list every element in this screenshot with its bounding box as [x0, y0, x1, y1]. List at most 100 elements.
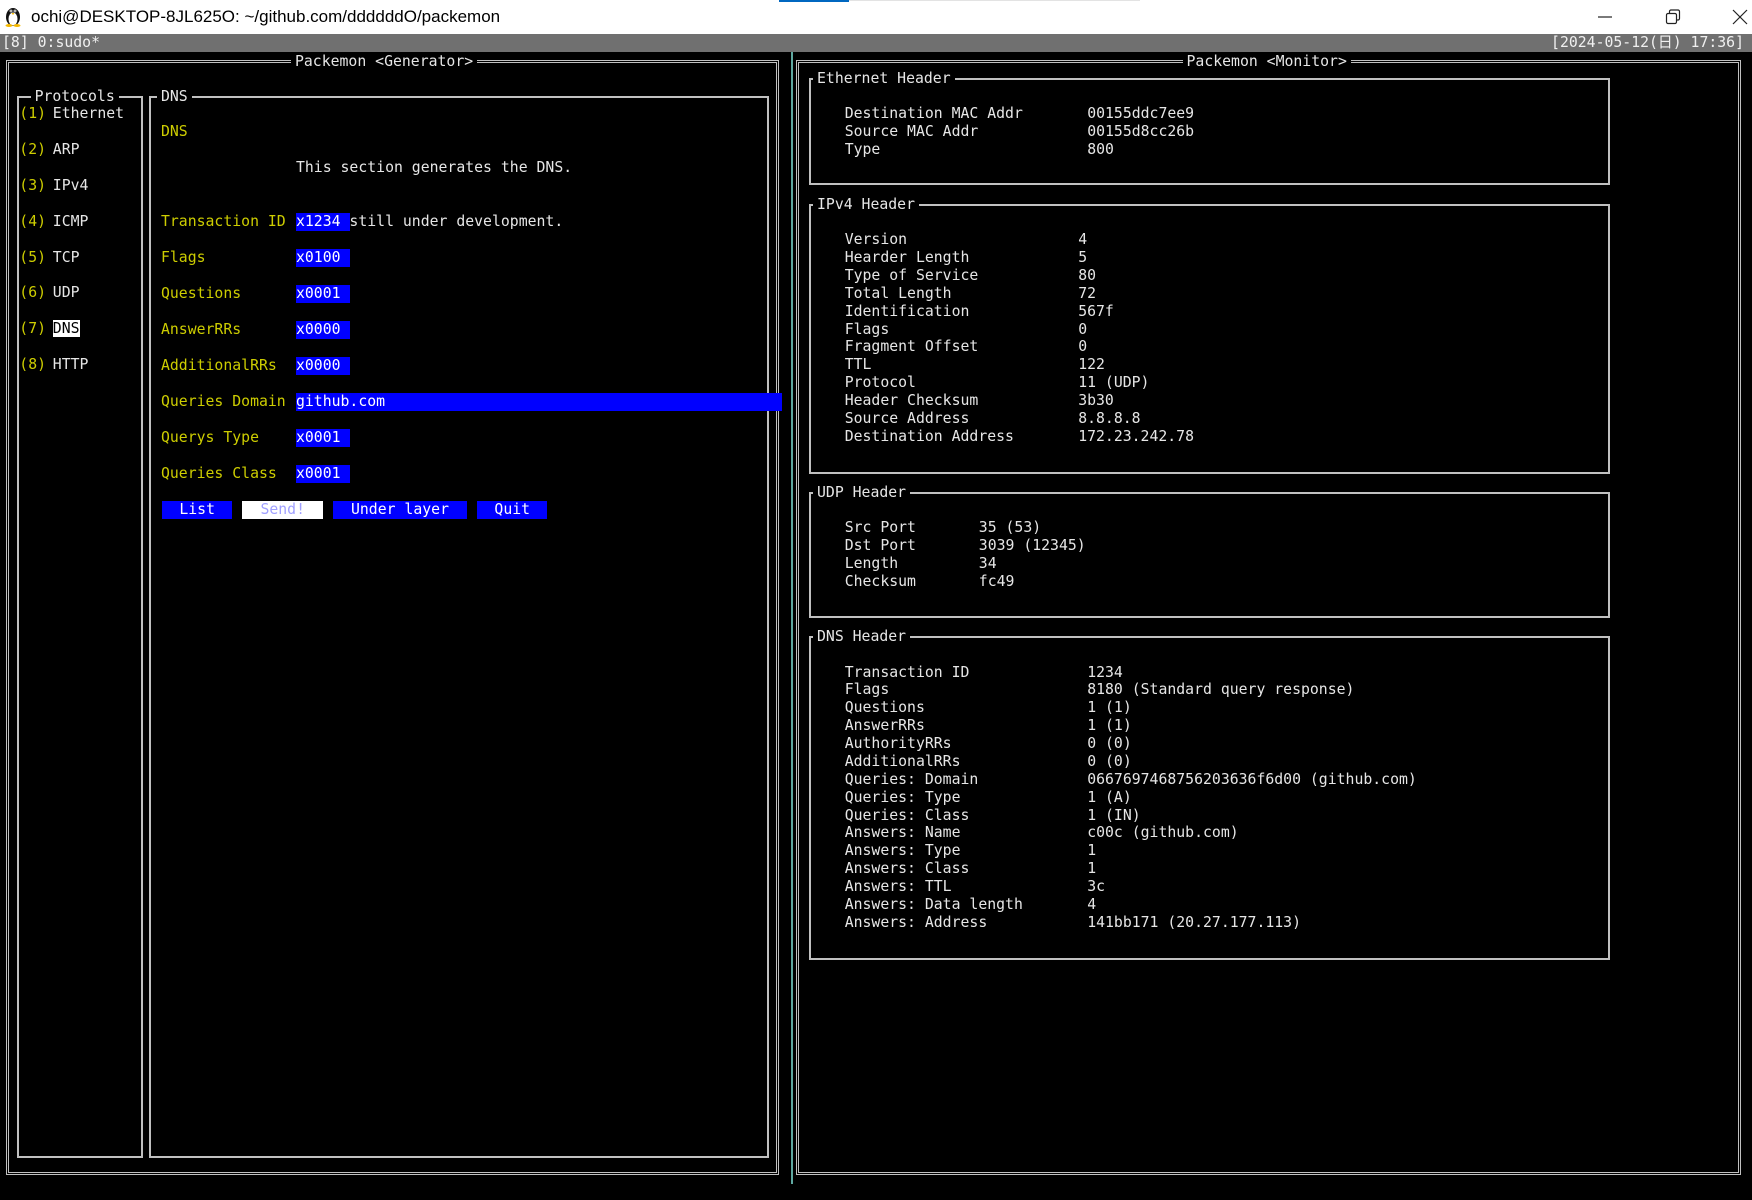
protocol-item-arp[interactable]: (2) ARP: [19, 141, 124, 177]
dns-row: Flags 8180 (Standard query response): [845, 681, 1585, 699]
protocol-label-selected: DNS: [52, 320, 80, 338]
row-value: 0: [1078, 338, 1088, 356]
dns-row: Answers: Address 141bb171 (20.27.177.113): [845, 914, 1585, 932]
field-label: Queries Class: [160, 464, 277, 482]
field-queries-class: Queries Class x0001: [160, 464, 761, 501]
protocol-label: ARP: [52, 140, 80, 158]
row-label: Version: [844, 231, 908, 249]
protocol-label: HTTP: [52, 356, 89, 374]
queries-class-input[interactable]: x0001: [295, 464, 350, 483]
udp-rows: Src Port 35 (53) Dst Port 3039 (12345) Len…: [845, 519, 1585, 591]
dns-row: Queries: Domain 0667697468756203636f6d00 …: [845, 771, 1585, 789]
ipv4-header-title: IPv4 Header: [813, 196, 919, 215]
protocol-key: (1): [19, 104, 47, 122]
ipv4-row: Identification 567f: [845, 303, 1585, 321]
protocol-item-udp[interactable]: (6) UDP: [19, 284, 124, 320]
row-value: 1234: [1087, 663, 1123, 681]
field-flags: Flags x0100: [161, 249, 761, 285]
additional-rrs-input[interactable]: x0000: [295, 356, 350, 375]
row-value: 34: [978, 555, 997, 573]
list-button[interactable]: List: [161, 500, 233, 519]
row-label: Destination Address: [844, 427, 1014, 445]
transaction-id-input[interactable]: x1234: [295, 213, 350, 232]
row-value: 11 (UDP): [1078, 374, 1150, 392]
dns-form-title: DNS: [156, 88, 192, 107]
row-value: 5: [1078, 249, 1088, 267]
row-value: 3b30: [1078, 392, 1114, 410]
dns-form-box: DNS DNS This section generates the DNS. …: [148, 88, 782, 1158]
row-value: 172.23.242.78: [1078, 427, 1194, 445]
row-value: 3039 (12345): [978, 537, 1086, 555]
dns-row: Transaction ID 1234: [845, 664, 1585, 682]
row-label: Total Length: [844, 284, 952, 302]
udp-row: Dst Port 3039 (12345): [845, 537, 1585, 555]
row-label: Length: [844, 555, 899, 573]
ethernet-row: Type 800: [845, 141, 1585, 159]
minimize-button[interactable]: [1595, 7, 1615, 27]
protocol-item-http[interactable]: (8) HTTP: [19, 356, 124, 392]
row-value: 80: [1078, 266, 1097, 284]
row-value: 1: [1087, 842, 1097, 860]
dns-row: Answers: Name c00c (github.com): [845, 824, 1585, 842]
tmux-status-bar: [8] 0:sudo* [2024-05-12(日) 17:36]: [0, 34, 1752, 52]
row-value: 0 (0): [1087, 735, 1132, 753]
row-value: 1: [1087, 860, 1097, 878]
monitor-pane: Packemon <Monitor> Ethernet Header Desti…: [795, 52, 1741, 1176]
querys-type-input[interactable]: x0001: [295, 428, 350, 447]
dns-row: AuthorityRRs 0 (0): [845, 735, 1585, 753]
row-label: Answers: Class: [844, 860, 970, 878]
row-value: fc49: [978, 573, 1015, 591]
udp-row: Checksum fc49: [845, 573, 1585, 591]
protocols-box: Protocols (1) Ethernet (2) ARP (3) IPv4 (4)…: [16, 88, 143, 1158]
pane-divider[interactable]: [791, 52, 793, 1184]
protocol-item-ethernet[interactable]: (1) Ethernet: [19, 105, 124, 141]
restore-button[interactable]: [1663, 7, 1683, 27]
flags-input[interactable]: x0100: [295, 249, 350, 268]
restore-icon: [1665, 9, 1681, 25]
dns-row: Answers: TTL 3c: [845, 878, 1585, 896]
row-value: c00c (github.com): [1087, 824, 1239, 842]
row-value: 0: [1078, 320, 1088, 338]
form-section-label: DNS: [160, 122, 188, 140]
row-value: 8.8.8.8: [1078, 409, 1141, 427]
generator-title: Packemon <Generator>: [290, 52, 478, 71]
protocol-item-tcp[interactable]: (5) TCP: [19, 249, 124, 285]
ipv4-row: Flags 0: [845, 321, 1585, 339]
row-value: 00155d8cc26b: [1087, 122, 1195, 140]
under-layer-button[interactable]: Under layer: [332, 500, 467, 519]
queries-domain-input[interactable]: github.com: [295, 392, 782, 411]
minimize-icon: [1598, 16, 1612, 18]
window-title-bar[interactable]: ochi@DESKTOP-8JL625O: ~/github.com/ddddd…: [0, 0, 1752, 34]
protocol-key: (3): [19, 176, 47, 194]
tmux-window-list[interactable]: [8] 0:sudo*: [2, 34, 100, 52]
ipv4-row: Hearder Length 5: [845, 249, 1585, 267]
row-value: 1 (1): [1087, 717, 1132, 735]
ethernet-row: Destination MAC Addr 00155ddc7ee9: [845, 105, 1585, 123]
dns-row: Answers: Data length 4: [845, 896, 1585, 914]
questions-input[interactable]: x0001: [295, 285, 350, 304]
protocol-key: (8): [19, 356, 47, 374]
send-button[interactable]: Send!: [242, 500, 323, 519]
row-label: Queries: Class: [844, 806, 970, 824]
row-label: Source MAC Addr: [844, 122, 979, 140]
udp-row: Length 34: [845, 555, 1585, 573]
protocol-item-ipv4[interactable]: (3) IPv4: [19, 177, 124, 213]
answer-rrs-input[interactable]: x0000: [295, 321, 350, 340]
quit-button[interactable]: Quit: [476, 500, 548, 519]
field-label: Querys Type: [160, 428, 259, 446]
title-accent-track: [849, 0, 1140, 1]
row-label: Transaction ID: [844, 663, 970, 681]
row-label: Flags: [844, 681, 890, 699]
field-label: AdditionalRRs: [160, 356, 277, 374]
protocol-label: TCP: [52, 248, 80, 266]
row-label: Hearder Length: [844, 249, 970, 267]
ipv4-row: Destination Address 172.23.242.78: [845, 428, 1585, 446]
row-value: 4: [1078, 231, 1088, 249]
row-value: 00155ddc7ee9: [1087, 104, 1195, 122]
protocol-item-dns[interactable]: (7) DNS: [19, 320, 124, 356]
row-value: 800: [1087, 140, 1114, 158]
close-button[interactable]: [1730, 7, 1750, 27]
row-value: 1 (A): [1087, 788, 1132, 806]
protocol-item-icmp[interactable]: (4) ICMP: [19, 213, 124, 249]
field-label: Flags: [160, 249, 206, 267]
